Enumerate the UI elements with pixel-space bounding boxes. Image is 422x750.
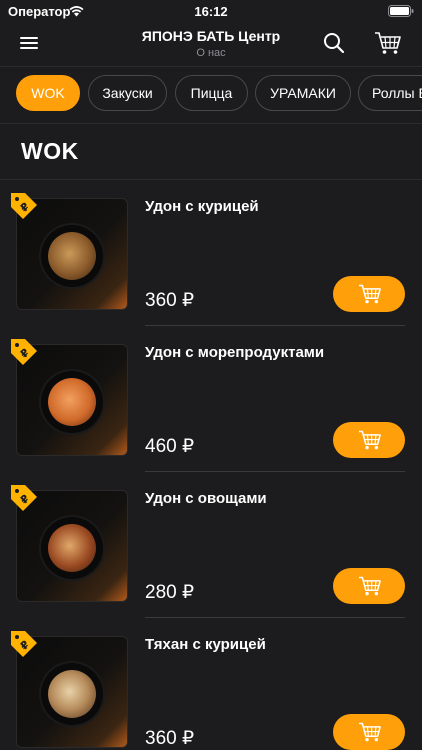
dish-food <box>48 378 96 426</box>
dish-name: Тяхан с курицей <box>145 636 266 653</box>
dish-food <box>48 232 96 280</box>
dish-price: 360 ₽ <box>145 728 195 749</box>
ruble-tag-icon: ₽ <box>11 339 37 365</box>
cart-icon <box>359 722 381 742</box>
add-to-cart-button[interactable] <box>333 276 405 312</box>
add-to-cart-button[interactable] <box>333 714 405 750</box>
add-to-cart-button[interactable] <box>333 422 405 458</box>
dish-name: Удон с курицей <box>145 198 259 215</box>
ruble-tag-icon: ₽ <box>11 485 37 511</box>
dish-price: 280 ₽ <box>145 582 195 603</box>
cart-icon[interactable] <box>374 30 402 56</box>
battery-icon <box>388 5 414 17</box>
clock-label: 16:12 <box>194 4 228 19</box>
cart-icon <box>359 430 381 450</box>
header-title: ЯПОНЭ БАТЬ Центр <box>141 28 281 44</box>
cart-icon <box>359 576 381 596</box>
section-title: WOK <box>21 138 79 164</box>
dish-price: 360 ₽ <box>145 290 195 311</box>
list-item[interactable]: ₽ Тяхан с курицей 360 ₽ <box>0 618 422 750</box>
ruble-tag-icon: ₽ <box>11 193 37 219</box>
dish-food <box>48 670 96 718</box>
dish-food <box>48 524 96 572</box>
tab-rolly[interactable]: Роллы Б <box>358 75 422 111</box>
ruble-tag-icon: ₽ <box>11 631 37 657</box>
tab-uramaki[interactable]: УРАМАКИ <box>255 75 351 111</box>
dish-name: Удон с овощами <box>145 490 267 507</box>
dish-price: 460 ₽ <box>145 436 195 457</box>
category-tabs: WOK Закуски Пицца УРАМАКИ Роллы Б <box>0 66 422 124</box>
menu-list: WOK ₽ Удон с курицей 360 ₽ ₽ Удон с море… <box>0 124 422 750</box>
tab-zakuski[interactable]: Закуски <box>88 75 167 111</box>
cart-icon <box>359 284 381 304</box>
search-icon[interactable] <box>322 31 346 55</box>
add-to-cart-button[interactable] <box>333 568 405 604</box>
status-bar: Оператор 16:12 <box>0 0 422 22</box>
about-link[interactable]: О нас <box>0 47 422 59</box>
tab-pizza[interactable]: Пицца <box>175 75 248 111</box>
tab-wok[interactable]: WOK <box>16 75 80 111</box>
app-header: ЯПОНЭ БАТЬ Центр О нас <box>0 22 422 66</box>
list-item[interactable]: ₽ Удон с курицей 360 ₽ <box>0 180 422 326</box>
dish-name: Удон с морепродуктами <box>145 344 325 361</box>
list-item[interactable]: ₽ Удон с овощами 280 ₽ <box>0 472 422 618</box>
list-item[interactable]: ₽ Удон с морепродуктами 460 ₽ <box>0 326 422 472</box>
